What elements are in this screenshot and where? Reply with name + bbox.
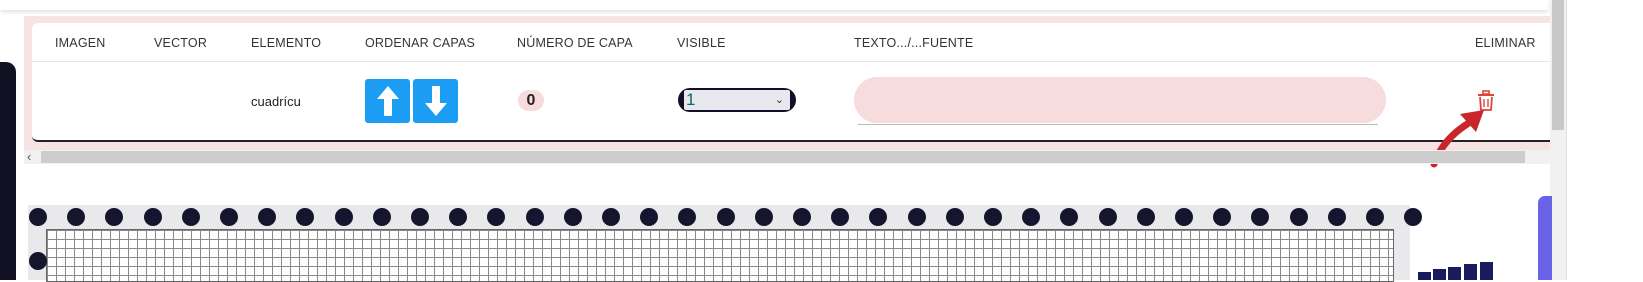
layers-table: IMAGEN VECTOR ELEMENTO ORDENAR CAPAS NÚM… [32,23,1550,142]
canvas-handle[interactable] [754,208,773,226]
arrow-down-icon [424,86,447,116]
header-numero-de-capa: NÚMERO DE CAPA [517,36,633,50]
canvas-handle[interactable] [716,208,735,226]
arrow-up-icon [376,86,399,116]
vertical-scrollbar[interactable] [1550,0,1566,280]
canvas-handle[interactable] [907,208,926,226]
canvas-handle[interactable] [220,208,238,226]
canvas-handle[interactable] [525,208,544,226]
input-underline [858,124,1378,125]
canvas-handle[interactable] [793,208,811,226]
chevron-down-icon: ⌄ [774,94,784,106]
canvas-handle[interactable] [1366,208,1384,226]
purple-side-tab[interactable] [1538,196,1552,280]
canvas-handle[interactable] [1289,208,1308,226]
header-imagen: IMAGEN [55,36,106,50]
grid-canvas[interactable] [46,229,1394,282]
canvas-handle[interactable] [411,208,429,226]
canvas-handle[interactable] [1136,208,1155,226]
canvas-handle[interactable] [1404,208,1423,226]
canvas-handle[interactable] [29,208,47,226]
canvas-handle[interactable] [602,208,620,226]
move-layer-down-button[interactable] [413,79,458,123]
left-sidebar-edge [0,62,16,280]
canvas-handle[interactable] [984,208,1002,226]
chevron-left-icon[interactable]: ‹ [27,149,31,164]
canvas-handle[interactable] [372,208,391,226]
table-header: IMAGEN VECTOR ELEMENTO ORDENAR CAPAS NÚM… [32,23,1550,62]
canvas-handle[interactable] [563,208,582,226]
canvas-handle[interactable] [1175,208,1193,226]
visible-select-value: 1 [686,90,696,109]
canvas-handle[interactable] [1327,208,1346,226]
move-layer-up-button[interactable] [365,79,410,123]
canvas-handle[interactable] [945,208,964,226]
top-bar [0,0,1548,10]
visible-select[interactable]: 1 ⌄ [684,90,790,110]
header-ordenar-capas: ORDENAR CAPAS [365,36,476,50]
layer-number-badge: 0 [518,90,544,111]
horizontal-scroll-thumb[interactable] [41,151,1525,163]
canvas-handle[interactable] [29,252,47,270]
canvas-handle[interactable] [1098,208,1117,226]
visible-select-wrapper: 1 ⌄ [678,88,796,112]
header-vector: VECTOR [154,36,208,50]
canvas-handle[interactable] [181,208,200,226]
vertical-scroll-thumb[interactable] [1552,0,1564,130]
text-font-input[interactable] [854,77,1386,125]
canvas-handle[interactable] [334,208,353,226]
header-elemento: ELEMENTO [251,36,322,50]
canvas-handle[interactable] [143,208,162,226]
element-name: cuadrícu [251,94,301,109]
header-texto-fuente: TEXTO.../...FUENTE [854,36,974,50]
right-pane [1566,0,1643,280]
header-visible: VISIBLE [677,36,726,50]
header-eliminar: ELIMINAR [1475,36,1536,50]
horizontal-scrollbar[interactable]: ‹ [24,149,1550,164]
